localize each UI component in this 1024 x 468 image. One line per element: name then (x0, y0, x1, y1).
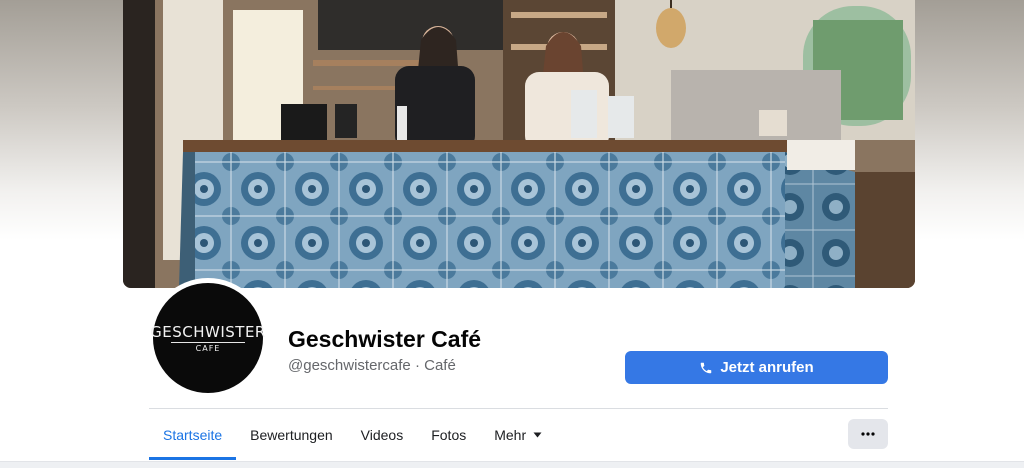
tab-label: Mehr (494, 427, 527, 443)
tab-bewertungen[interactable]: Bewertungen (236, 409, 347, 461)
cover-photo[interactable] (123, 0, 915, 288)
tab-label: Fotos (431, 427, 467, 443)
tab-fotos[interactable]: Fotos (417, 409, 480, 461)
logo-subtext: CAFE (195, 343, 221, 353)
tab-videos[interactable]: Videos (347, 409, 418, 461)
tab-startseite[interactable]: Startseite (149, 409, 237, 461)
cafe-logo: GESCHWISTER CAFE (150, 283, 266, 393)
ellipsis-icon (861, 432, 875, 436)
page-tabs: Startseite Bewertungen Videos Fotos Mehr (149, 409, 556, 461)
tab-label: Videos (360, 427, 404, 443)
content-area-top (0, 461, 1024, 468)
tab-mehr[interactable]: Mehr (480, 409, 556, 461)
cover-photo-illustration (123, 0, 915, 288)
logo-rule (171, 341, 245, 343)
page-title: Geschwister Café (288, 326, 482, 352)
page-handle: @geschwistercafe · Café (288, 357, 456, 374)
phone-icon (701, 362, 712, 373)
call-now-button[interactable]: Jetzt anrufen (625, 351, 888, 384)
profile-picture[interactable]: GESCHWISTER CAFE (148, 278, 268, 398)
logo-text: GESCHWISTER (150, 322, 266, 341)
tab-label: Startseite (163, 427, 223, 443)
call-now-label: Jetzt anrufen (720, 359, 814, 376)
tab-label: Bewertungen (250, 427, 333, 443)
caret-down-icon (533, 432, 542, 438)
more-options-button[interactable] (848, 419, 888, 449)
